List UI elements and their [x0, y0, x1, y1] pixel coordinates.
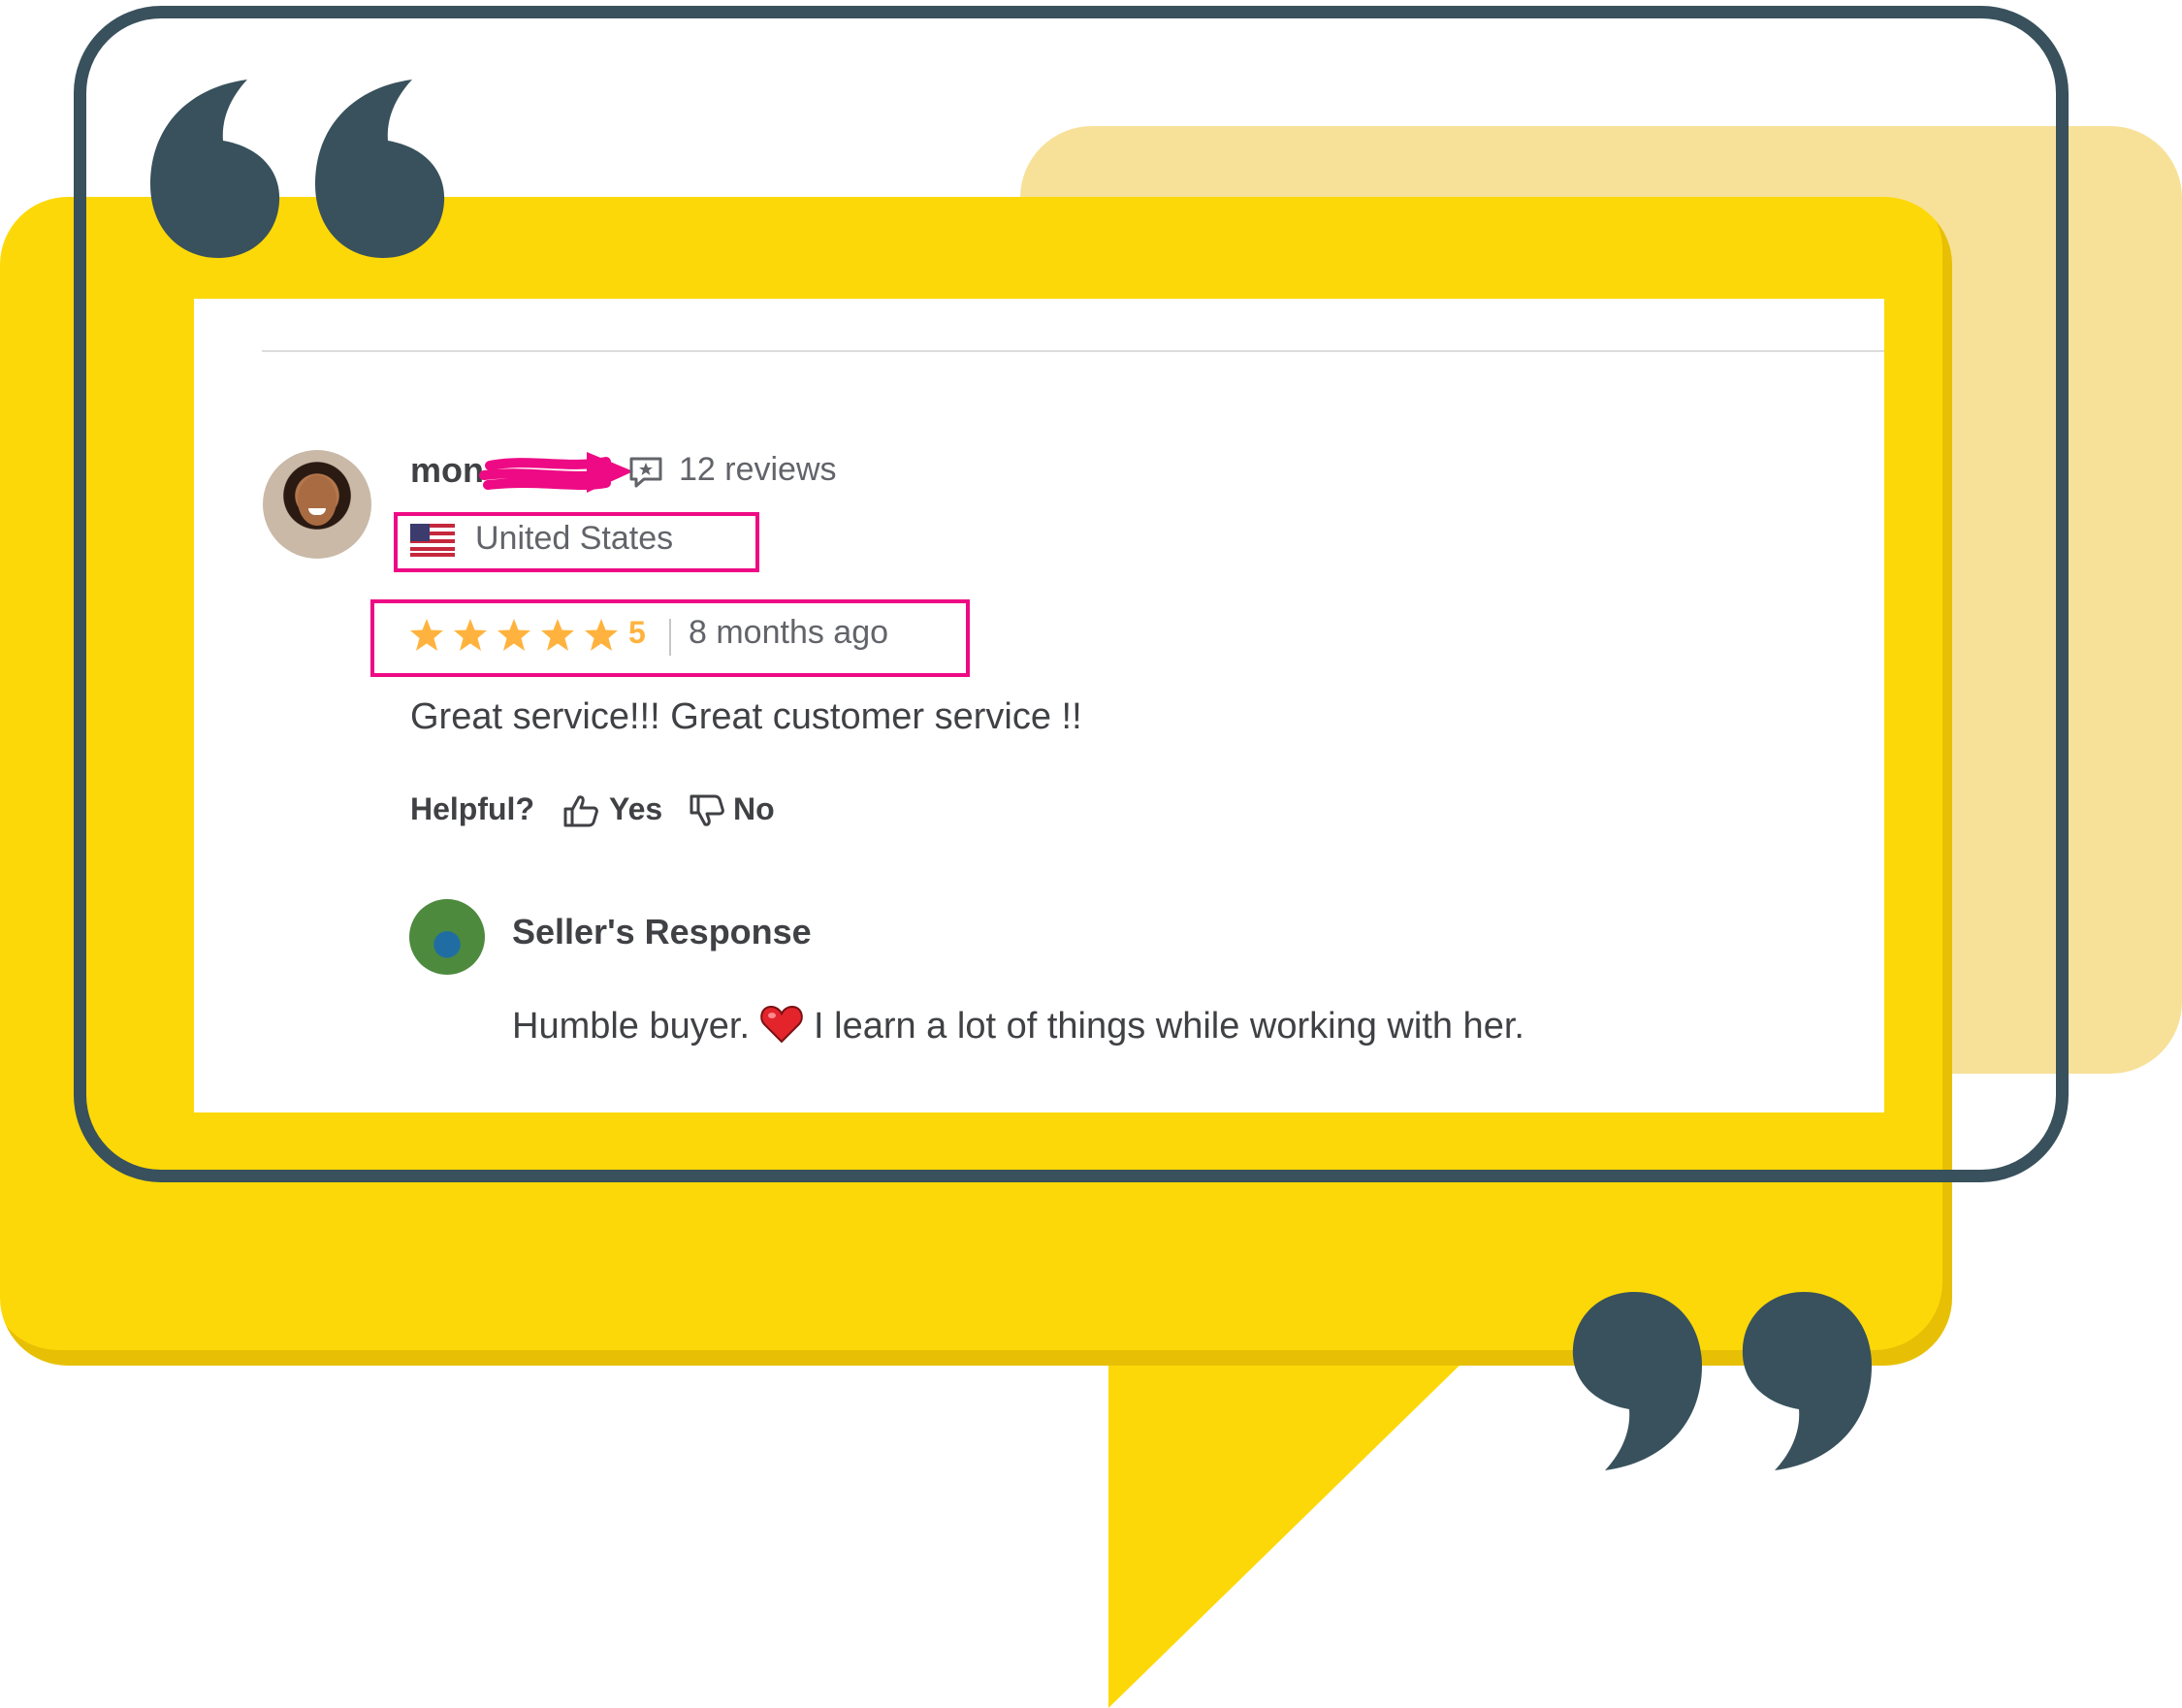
chat-star-icon: [629, 457, 662, 488]
redaction-arrow-icon: [479, 452, 633, 493]
seller-response-text: Humble buyer. I learn a lot of things whi…: [512, 1005, 1524, 1047]
divider: [262, 350, 1884, 352]
heart-icon: [760, 1005, 803, 1044]
rating-separator: [669, 619, 671, 656]
thumbs-down-icon[interactable]: [689, 793, 725, 828]
reviews-count[interactable]: 12 reviews: [679, 451, 837, 489]
country-name: United States: [475, 520, 674, 557]
seller-response-title: Seller's Response: [512, 912, 812, 951]
seller-avatar[interactable]: [409, 899, 485, 975]
response-text-after: I learn a lot of things while working wi…: [814, 1006, 1524, 1047]
helpful-no-button[interactable]: No: [733, 791, 775, 827]
quote-open-icon: [150, 80, 445, 258]
star-rating: [410, 619, 618, 651]
reviewer-avatar[interactable]: [263, 450, 371, 559]
quote-close-icon: [1572, 1292, 1872, 1470]
us-flag-icon: [410, 524, 455, 557]
response-text-before: Humble buyer.: [512, 1006, 751, 1047]
star-icon: [454, 619, 487, 651]
review-panel: mon 12 reviews United States 5 8 months …: [194, 299, 1884, 1112]
star-icon: [541, 619, 574, 651]
helpful-yes-button[interactable]: Yes: [609, 791, 662, 827]
star-icon: [410, 619, 443, 651]
review-text: Great service!!! Great customer service …: [410, 696, 1082, 737]
star-icon: [585, 619, 618, 651]
helpful-label: Helpful?: [410, 791, 534, 826]
review-time: 8 months ago: [689, 614, 889, 651]
thumbs-up-icon[interactable]: [562, 793, 599, 828]
avatar-face: [298, 475, 337, 526]
rating-value: 5: [628, 615, 646, 650]
star-icon: [497, 619, 530, 651]
